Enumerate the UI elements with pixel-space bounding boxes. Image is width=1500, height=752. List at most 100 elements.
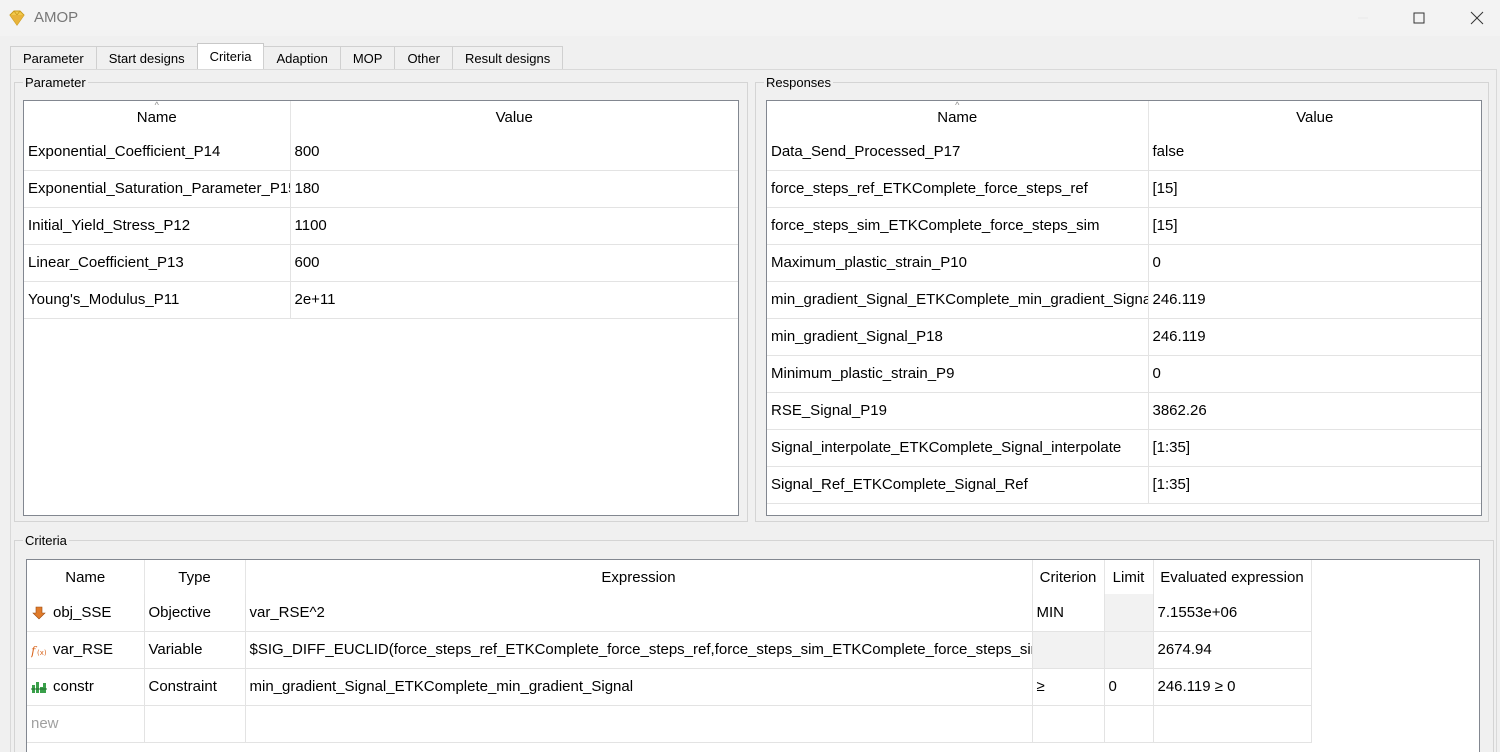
table-row[interactable]: Minimum_plastic_strain_P9 0 <box>767 355 1481 393</box>
table-row[interactable]: Maximum_plastic_strain_P10 0 <box>767 244 1481 282</box>
table-row[interactable]: Exponential_Saturation_Parameter_P15 180 <box>24 170 738 208</box>
new-criterion-row[interactable]: new <box>27 705 1312 743</box>
close-icon <box>1470 11 1484 25</box>
parameter-name-cell[interactable]: Linear_Coefficient_P13 <box>24 244 291 282</box>
criteria-expression-cell[interactable]: min_gradient_Signal_ETKComplete_min_grad… <box>245 668 1033 706</box>
parameter-name-header[interactable]: ^ Name <box>24 100 291 133</box>
parameter-name-cell[interactable]: Young's_Modulus_P11 <box>24 281 291 319</box>
responses-group-title: Responses <box>764 75 834 90</box>
minimize-button[interactable] <box>1340 0 1386 36</box>
responses-table[interactable]: ^ Name Value Data_Send_Processed_P17 false… <box>766 100 1482 516</box>
response-value-cell[interactable]: 0 <box>1148 244 1481 282</box>
table-row[interactable]: force_steps_ref_ETKComplete_force_steps_… <box>767 170 1481 208</box>
response-value-cell[interactable]: 246.119 <box>1148 281 1481 319</box>
tab-mop[interactable]: MOP <box>339 46 396 70</box>
parameter-value-header[interactable]: Value <box>290 101 738 133</box>
table-row[interactable]: Exponential_Coefficient_P14 800 <box>24 133 738 171</box>
response-name-cell[interactable]: min_gradient_Signal_P18 <box>767 318 1149 356</box>
criteria-limit-cell[interactable] <box>1104 631 1154 669</box>
criteria-criterion-cell[interactable] <box>1032 631 1105 669</box>
criteria-name-cell[interactable]: obj_SSE <box>27 594 145 632</box>
empty-cell[interactable] <box>245 705 1033 743</box>
tab-criteria[interactable]: Criteria <box>196 43 265 69</box>
response-name-cell[interactable]: Maximum_plastic_strain_P10 <box>767 244 1149 282</box>
response-value-cell[interactable]: 3862.26 <box>1148 392 1481 430</box>
response-name-cell[interactable]: force_steps_sim_ETKComplete_force_steps_… <box>767 207 1149 245</box>
criteria-name-header[interactable]: Name <box>27 560 145 594</box>
criteria-limit-cell[interactable]: 0 <box>1104 668 1154 706</box>
table-row[interactable]: constr Constraint min_gradient_Signal_ET… <box>27 668 1312 706</box>
parameter-name-cell[interactable]: Initial_Yield_Stress_P12 <box>24 207 291 245</box>
tab-result-designs[interactable]: Result designs <box>451 46 564 70</box>
response-value-cell[interactable]: false <box>1148 133 1481 171</box>
parameter-value-cell[interactable]: 600 <box>290 244 738 282</box>
criteria-limit-header[interactable]: Limit <box>1104 560 1154 594</box>
criteria-type-cell[interactable]: Constraint <box>144 668 246 706</box>
criteria-expression-cell[interactable]: var_RSE^2 <box>245 594 1033 632</box>
table-row[interactable]: f (x) var_RSE Variable $SIG_DIFF_EUCLID(… <box>27 631 1312 669</box>
parameter-value-cell[interactable]: 2e+11 <box>290 281 738 319</box>
parameter-name-cell[interactable]: Exponential_Coefficient_P14 <box>24 133 291 171</box>
table-row[interactable]: Linear_Coefficient_P13 600 <box>24 244 738 282</box>
parameter-group-title: Parameter <box>23 75 88 90</box>
response-name-cell[interactable]: Signal_Ref_ETKComplete_Signal_Ref <box>767 466 1149 504</box>
criteria-expression-header[interactable]: Expression <box>245 560 1033 594</box>
tab-parameter[interactable]: Parameter <box>10 46 97 70</box>
criteria-limit-cell[interactable] <box>1104 594 1154 632</box>
table-row[interactable]: force_steps_sim_ETKComplete_force_steps_… <box>767 207 1481 245</box>
criteria-criterion-cell[interactable]: MIN <box>1032 594 1105 632</box>
response-name-cell[interactable]: Data_Send_Processed_P17 <box>767 133 1149 171</box>
parameter-name-cell[interactable]: Exponential_Saturation_Parameter_P15 <box>24 170 291 208</box>
table-row[interactable]: RSE_Signal_P19 3862.26 <box>767 392 1481 430</box>
table-row[interactable]: Signal_Ref_ETKComplete_Signal_Ref [1:35] <box>767 466 1481 504</box>
tab-adaption[interactable]: Adaption <box>263 46 341 70</box>
criteria-evaluated-cell: 246.119 ≥ 0 <box>1153 668 1312 706</box>
minimize-icon <box>1358 17 1368 19</box>
criteria-table[interactable]: Name Type Expression Criterion Limit Eva… <box>26 559 1480 752</box>
table-row[interactable]: Data_Send_Processed_P17 false <box>767 133 1481 171</box>
response-value-header[interactable]: Value <box>1148 101 1481 133</box>
response-value-cell[interactable]: 0 <box>1148 355 1481 393</box>
table-row[interactable]: Initial_Yield_Stress_P12 1100 <box>24 207 738 245</box>
response-name-cell[interactable]: RSE_Signal_P19 <box>767 392 1149 430</box>
maximize-button[interactable] <box>1396 0 1442 36</box>
empty-cell[interactable] <box>1032 705 1105 743</box>
sort-caret-icon: ^ <box>154 100 159 110</box>
criteria-criterion-header[interactable]: Criterion <box>1032 560 1105 594</box>
response-value-cell[interactable]: [1:35] <box>1148 429 1481 467</box>
table-row[interactable]: Young's_Modulus_P11 2e+11 <box>24 281 738 319</box>
criteria-name-cell[interactable]: f (x) var_RSE <box>27 631 145 669</box>
response-value-cell[interactable]: 246.119 <box>1148 318 1481 356</box>
new-criterion-cell[interactable]: new <box>27 705 145 743</box>
response-name-header[interactable]: ^ Name <box>767 100 1149 133</box>
criteria-criterion-cell[interactable]: ≥ <box>1032 668 1105 706</box>
response-value-cell[interactable]: [1:35] <box>1148 466 1481 504</box>
criteria-type-cell[interactable]: Variable <box>144 631 246 669</box>
response-name-cell[interactable]: Minimum_plastic_strain_P9 <box>767 355 1149 393</box>
table-row[interactable]: min_gradient_Signal_P18 246.119 <box>767 318 1481 356</box>
criteria-type-cell[interactable]: Objective <box>144 594 246 632</box>
parameter-value-cell[interactable]: 1100 <box>290 207 738 245</box>
table-row[interactable]: obj_SSE Objective var_RSE^2 MIN 7.1553e+… <box>27 594 1312 632</box>
response-name-cell[interactable]: min_gradient_Signal_ETKComplete_min_grad… <box>767 281 1149 319</box>
close-button[interactable] <box>1454 0 1500 36</box>
table-row[interactable]: min_gradient_Signal_ETKComplete_min_grad… <box>767 281 1481 319</box>
empty-cell[interactable] <box>144 705 246 743</box>
response-value-cell[interactable]: [15] <box>1148 170 1481 208</box>
tab-other[interactable]: Other <box>394 46 453 70</box>
diamond-app-icon <box>9 10 25 26</box>
tab-start-designs[interactable]: Start designs <box>95 46 198 70</box>
parameter-value-cell[interactable]: 800 <box>290 133 738 171</box>
response-name-cell[interactable]: force_steps_ref_ETKComplete_force_steps_… <box>767 170 1149 208</box>
table-row[interactable]: Signal_interpolate_ETKComplete_Signal_in… <box>767 429 1481 467</box>
criteria-type-header[interactable]: Type <box>144 560 246 594</box>
criteria-evaluated-header[interactable]: Evaluated expression <box>1153 560 1312 594</box>
criteria-name-cell[interactable]: constr <box>27 668 145 706</box>
criteria-expression-cell[interactable]: $SIG_DIFF_EUCLID(force_steps_ref_ETKComp… <box>245 631 1033 669</box>
parameter-table[interactable]: ^ Name Value Exponential_Coefficient_P14 8… <box>23 100 739 516</box>
parameter-value-cell[interactable]: 180 <box>290 170 738 208</box>
response-name-cell[interactable]: Signal_interpolate_ETKComplete_Signal_in… <box>767 429 1149 467</box>
empty-cell[interactable] <box>1104 705 1154 743</box>
sort-caret-icon: ^ <box>955 100 960 110</box>
response-value-cell[interactable]: [15] <box>1148 207 1481 245</box>
